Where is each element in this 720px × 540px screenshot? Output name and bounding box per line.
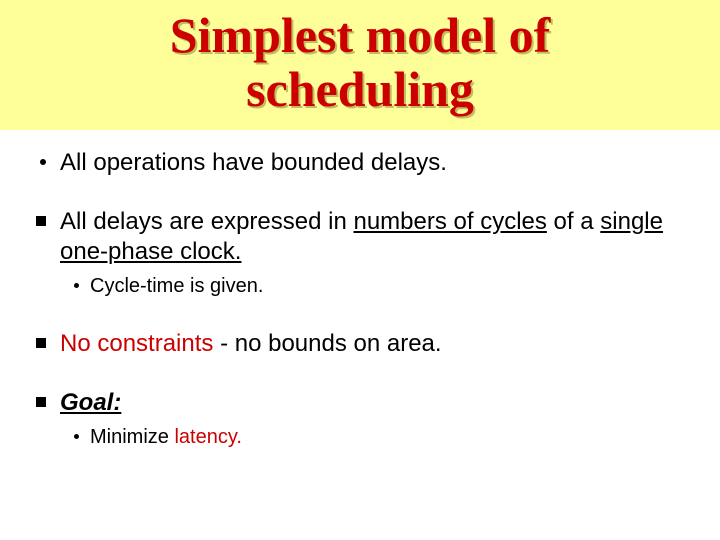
bullet-2-ul1: numbers of cycles (353, 208, 546, 235)
bullet-item-3: No constraints - no bounds on area. (28, 329, 692, 358)
bullet-item-4: Goal: Minimize latency. (28, 388, 692, 450)
bullet-item-1: All operations have bounded delays. (28, 148, 692, 177)
bullet-2-sub-text: Cycle-time is given. (90, 275, 263, 297)
slide-content: All operations have bounded delays. All … (0, 130, 720, 450)
bullet-2-mid: of a (547, 208, 600, 235)
bullet-4-sublist: Minimize latency. (60, 425, 692, 450)
bullet-4-sub-pre: Minimize (90, 426, 174, 448)
title-band: Simplest model of scheduling (0, 0, 720, 130)
bullet-4-sub-1: Minimize latency. (60, 425, 692, 450)
title-line-2: scheduling (246, 61, 474, 117)
bullet-2-sublist: Cycle-time is given. (60, 274, 692, 299)
bullet-1-text: All operations have bounded delays. (60, 149, 447, 176)
bullet-2-pre: All delays are expressed in (60, 208, 353, 235)
title-line-1: Simplest model of (170, 7, 551, 63)
slide-title: Simplest model of scheduling (0, 8, 720, 116)
bullet-item-2: All delays are expressed in numbers of c… (28, 207, 692, 299)
bullet-list: All operations have bounded delays. All … (28, 148, 692, 450)
bullet-4-sub-red: latency. (174, 426, 241, 448)
bullet-2-sub-1: Cycle-time is given. (60, 274, 692, 299)
bullet-3-post: - no bounds on area. (213, 330, 441, 357)
bullet-3-red: No constraints (60, 330, 213, 357)
bullet-4-goal: Goal: (60, 389, 121, 416)
